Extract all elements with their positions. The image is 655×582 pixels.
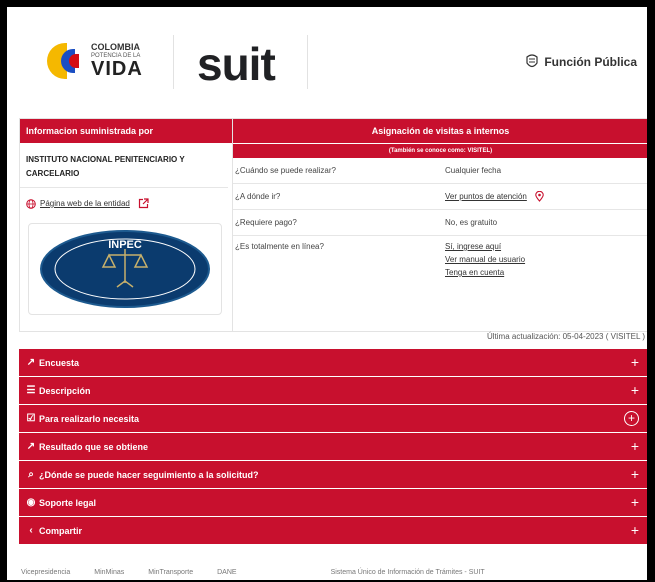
location-pin-icon[interactable] bbox=[535, 191, 544, 203]
header-divider bbox=[173, 35, 174, 89]
accordion-item-para-realizarlo[interactable]: ☑ Para realizarlo necesita + bbox=[19, 405, 647, 433]
funcion-publica-logo[interactable]: Función Pública bbox=[524, 53, 637, 71]
info-row: ¿Requiere pago? No, es gratuito bbox=[233, 210, 647, 236]
footer-link[interactable]: DANE bbox=[217, 569, 236, 576]
row-label: ¿Es totalmente en línea? bbox=[235, 242, 324, 251]
page: COLOMBIA POTENCIA DE LA VIDA suit Funció… bbox=[7, 7, 647, 580]
accordion-item-soporte-legal[interactable]: ◉ Soporte legal + bbox=[19, 489, 647, 517]
accordion-item-compartir[interactable]: ‹ Compartir + bbox=[19, 517, 647, 545]
info-row: ¿A dónde ir? Ver puntos de atención bbox=[233, 184, 647, 210]
footer-link[interactable]: MinTransporte bbox=[148, 569, 193, 576]
row-label: ¿Cuándo se puede realizar? bbox=[235, 166, 336, 175]
logo-line-1: COLOMBIA bbox=[91, 42, 140, 52]
inpec-logo-text: INPEC bbox=[108, 239, 142, 251]
last-update-text: Última actualización: 05-04-2023 ( VISIT… bbox=[487, 332, 645, 341]
accordion-label: Para realizarlo necesita bbox=[39, 413, 140, 424]
accordion-label: Descripción bbox=[39, 385, 91, 396]
share-icon: ‹ bbox=[29, 525, 33, 536]
accordion-item-seguimiento[interactable]: ⌕ ¿Dónde se puede hacer seguimiento a la… bbox=[19, 461, 647, 489]
website-link-text[interactable]: Página web de la entidad bbox=[40, 199, 130, 208]
footer-link[interactable]: Vicepresidencia bbox=[21, 569, 70, 576]
expand-icon[interactable]: + bbox=[624, 411, 639, 426]
inpec-logo-box: INPEC bbox=[28, 223, 222, 315]
expand-icon[interactable]: + bbox=[631, 522, 639, 538]
header-divider bbox=[307, 35, 308, 89]
chart-icon: ↗ bbox=[26, 441, 36, 452]
accordion-item-encuesta[interactable]: ↗ Encuesta + bbox=[19, 349, 647, 377]
procedure-panel: Asignación de visitas a internos (Tambié… bbox=[232, 118, 647, 332]
expand-icon[interactable]: + bbox=[631, 466, 639, 482]
row-value: No, es gratuito bbox=[445, 218, 498, 227]
expand-icon[interactable]: + bbox=[631, 494, 639, 510]
expand-icon[interactable]: + bbox=[631, 382, 639, 398]
search-icon: ⌕ bbox=[28, 469, 34, 480]
document-icon: ☰ bbox=[26, 385, 36, 396]
accordion-label: ¿Dónde se puede hacer seguimiento a la s… bbox=[39, 469, 259, 480]
accordion-label: Compartir bbox=[39, 525, 83, 536]
row-value: Cualquier fecha bbox=[445, 166, 502, 175]
info-provider-title: Informacion suministrada por bbox=[20, 119, 232, 143]
colombia-flag-icon bbox=[47, 43, 83, 79]
attention-points-link[interactable]: Ver puntos de atención bbox=[445, 192, 527, 201]
external-link-icon: ↗ bbox=[26, 357, 36, 368]
footer: Vicepresidencia MinMinas MinTransporte D… bbox=[21, 569, 641, 576]
footer-link[interactable]: MinMinas bbox=[94, 569, 124, 576]
globe-icon bbox=[26, 198, 36, 209]
row-value: Ver puntos de atención bbox=[445, 184, 647, 209]
checklist-icon: ☑ bbox=[26, 413, 36, 424]
accordion-item-resultado[interactable]: ↗ Resultado que se obtiene + bbox=[19, 433, 647, 461]
info-provider-panel: Informacion suministrada por INSTITUTO N… bbox=[19, 118, 233, 332]
accordion: ↗ Encuesta + ☰ Descripción + ☑ Para real… bbox=[19, 349, 647, 545]
institution-name: INSTITUTO NACIONAL PENITENCIARIO Y CARCE… bbox=[20, 143, 228, 188]
info-row: ¿Es totalmente en línea? Sí, ingrese aqu… bbox=[233, 236, 647, 292]
accordion-item-descripcion[interactable]: ☰ Descripción + bbox=[19, 377, 647, 405]
accordion-label: Encuesta bbox=[39, 357, 80, 368]
colombia-potencia-logo[interactable]: COLOMBIA POTENCIA DE LA VIDA bbox=[47, 43, 143, 79]
accordion-label: Soporte legal bbox=[39, 497, 97, 508]
logo-line-3: VIDA bbox=[91, 58, 143, 80]
online-link[interactable]: Sí, ingrese aquí bbox=[445, 240, 647, 253]
funcion-publica-text: Función Pública bbox=[544, 55, 637, 69]
row-label: ¿Requiere pago? bbox=[235, 218, 297, 227]
info-row: ¿Cuándo se puede realizar? Cualquier fec… bbox=[233, 158, 647, 184]
header: COLOMBIA POTENCIA DE LA VIDA suit Funció… bbox=[7, 7, 647, 117]
inpec-logo: INPEC bbox=[40, 230, 210, 308]
row-value: Sí, ingrese aquí Ver manual de usuario T… bbox=[445, 240, 647, 292]
procedure-title: Asignación de visitas a internos bbox=[233, 119, 647, 143]
accordion-label: Resultado que se obtiene bbox=[39, 441, 149, 452]
legal-icon: ◉ bbox=[26, 497, 36, 508]
footer-text: Sistema Único de Información de Trámites… bbox=[330, 569, 485, 576]
expand-icon[interactable]: + bbox=[631, 438, 639, 454]
website-link[interactable]: Página web de la entidad bbox=[20, 188, 232, 219]
procedure-subtitle: (También se conoce como: VISITEL) bbox=[233, 143, 647, 158]
expand-icon[interactable]: + bbox=[631, 354, 639, 370]
row-label: ¿A dónde ir? bbox=[235, 192, 281, 201]
keep-in-mind-link[interactable]: Tenga en cuenta bbox=[445, 266, 647, 279]
user-manual-link[interactable]: Ver manual de usuario bbox=[445, 253, 647, 266]
suit-logo[interactable]: suit bbox=[197, 37, 276, 91]
external-link-icon[interactable] bbox=[138, 198, 149, 209]
coat-of-arms-icon bbox=[526, 54, 538, 68]
